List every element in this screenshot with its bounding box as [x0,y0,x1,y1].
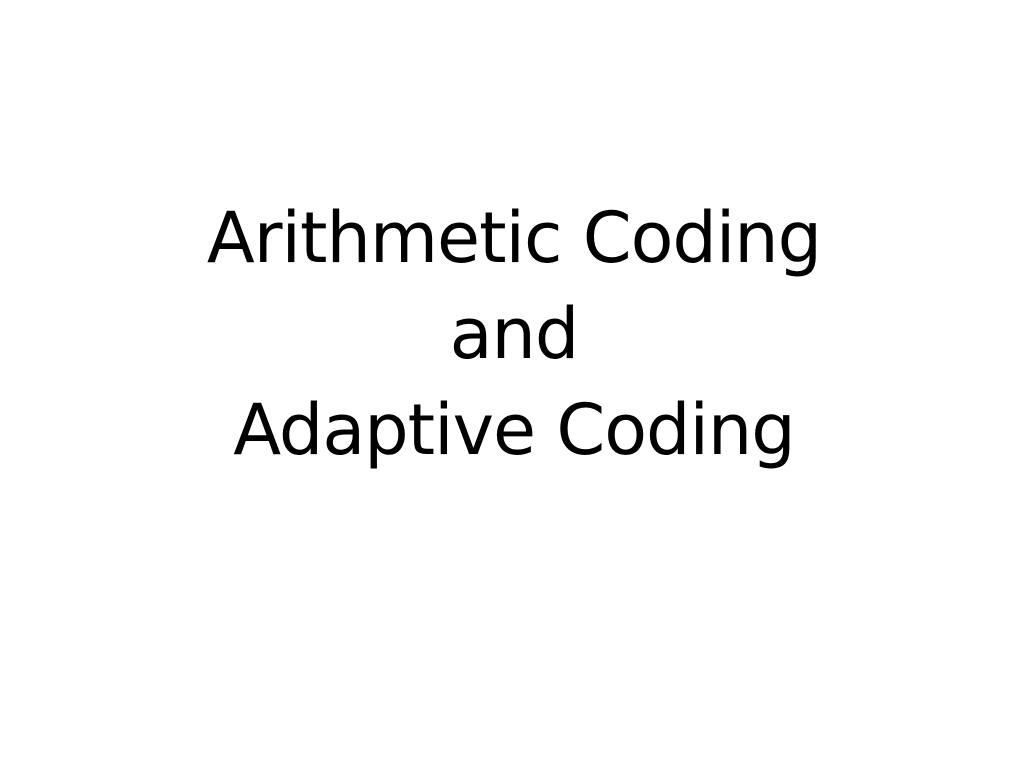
title-line-3: Adaptive Coding [233,389,795,471]
slide: Arithmetic Coding and Adaptive Coding [0,0,1028,772]
title-line-1: Arithmetic Coding [206,197,822,279]
title-line-2: and [449,293,580,375]
slide-title: Arithmetic Coding and Adaptive Coding [0,190,1028,478]
